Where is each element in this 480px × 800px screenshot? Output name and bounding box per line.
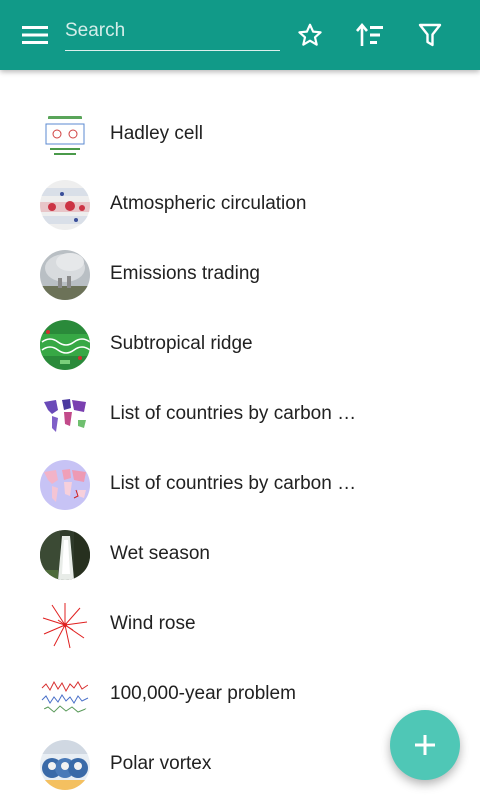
item-title: Hadley cell bbox=[110, 123, 203, 144]
list-item[interactable]: List of countries by carbon … bbox=[0, 380, 480, 450]
waterfall-thumbnail bbox=[40, 530, 90, 580]
item-title: List of countries by carbon … bbox=[110, 473, 357, 494]
list-item[interactable]: Emissions trading bbox=[0, 240, 480, 310]
item-title: Wet season bbox=[110, 543, 210, 564]
emissions-thumbnail bbox=[40, 250, 90, 300]
list-item[interactable]: List of countries by carbon … bbox=[0, 450, 480, 520]
filter-icon[interactable] bbox=[410, 15, 450, 55]
star-outline-icon[interactable] bbox=[290, 15, 330, 55]
wind-rose-thumbnail bbox=[40, 600, 90, 650]
search-field bbox=[65, 16, 280, 51]
list-item[interactable]: Atmospheric circulation bbox=[0, 170, 480, 240]
item-title: Emissions trading bbox=[110, 263, 260, 284]
circulation-thumbnail bbox=[40, 180, 90, 230]
item-title: Subtropical ridge bbox=[110, 333, 253, 354]
item-title: Polar vortex bbox=[110, 753, 212, 774]
sort-icon[interactable] bbox=[350, 15, 390, 55]
add-button[interactable] bbox=[390, 710, 460, 780]
list-item[interactable]: Wet season bbox=[0, 520, 480, 590]
article-list: Hadley cell Atmospheric circulation Emis… bbox=[0, 100, 480, 800]
app-bar bbox=[0, 0, 480, 70]
item-title: Wind rose bbox=[110, 613, 196, 634]
menu-icon[interactable] bbox=[15, 15, 55, 55]
plus-icon bbox=[415, 735, 435, 755]
item-title: Atmospheric circulation bbox=[110, 193, 307, 214]
subtropical-ridge-thumbnail bbox=[40, 320, 90, 370]
list-item[interactable]: Wind rose bbox=[0, 590, 480, 660]
list-item[interactable]: Subtropical ridge bbox=[0, 310, 480, 380]
hadley-cell-thumbnail bbox=[40, 110, 90, 160]
list-item[interactable]: Hadley cell bbox=[0, 100, 480, 170]
polar-vortex-thumbnail bbox=[40, 740, 90, 790]
world-map-purple-thumbnail bbox=[40, 390, 90, 440]
climate-graph-thumbnail bbox=[40, 670, 90, 720]
search-input[interactable] bbox=[65, 16, 280, 46]
world-map-pink-thumbnail bbox=[40, 460, 90, 510]
item-title: List of countries by carbon … bbox=[110, 403, 357, 424]
item-title: 100,000-year problem bbox=[110, 683, 296, 704]
